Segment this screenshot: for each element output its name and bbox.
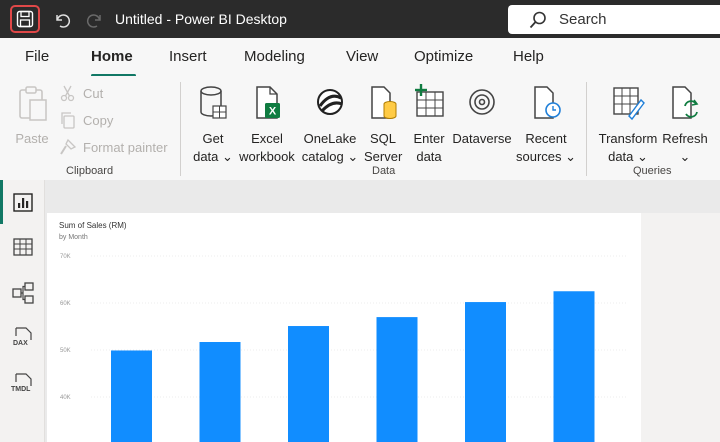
excel-label-2: workbook: [239, 149, 295, 164]
search-label: Search: [559, 11, 607, 28]
undo-button[interactable]: [51, 9, 73, 31]
tab-insert[interactable]: Insert: [169, 48, 207, 65]
report-view-icon[interactable]: [11, 190, 35, 214]
bar[interactable]: [199, 342, 241, 442]
excel-label-1: Excel: [251, 131, 283, 146]
bar[interactable]: [111, 350, 152, 442]
data-group-label: Data: [372, 165, 396, 177]
right-pane: [641, 213, 720, 442]
sql-server-icon: [371, 86, 397, 119]
onelake-icon: [317, 89, 343, 115]
table-view-icon[interactable]: [11, 235, 35, 259]
paste-icon: [19, 86, 47, 121]
get-data-label-2: data ⌄: [193, 149, 233, 164]
enter-data-label-2: data: [416, 149, 442, 164]
redo-button[interactable]: [84, 9, 106, 31]
tab-file[interactable]: File: [25, 48, 49, 65]
copy-label: Copy: [83, 113, 114, 128]
ribbon-separator: [586, 82, 587, 176]
refresh-label-2: ⌄: [679, 149, 691, 164]
recent-label-2: sources ⌄: [515, 149, 577, 164]
chart-plot: 70K 60K 50K 40K: [60, 254, 627, 442]
window-title: Untitled - Power BI Desktop: [115, 11, 287, 27]
transform-data-icon: [613, 87, 645, 121]
y-tick-label: 60K: [60, 301, 71, 307]
format-painter-icon: [60, 138, 77, 155]
sql-label-2: Server: [364, 149, 403, 164]
paste-label: Paste: [15, 131, 49, 146]
y-tick-label: 40K: [60, 395, 71, 401]
enter-data-icon: [415, 84, 444, 117]
save-icon: [16, 10, 34, 28]
format-painter-label: Format painter: [83, 140, 168, 155]
dataverse-button[interactable]: Dataverse: [451, 84, 513, 168]
ribbon-separator: [180, 82, 181, 176]
ribbon: Paste Cut Copy Format painter Clipboard: [0, 76, 720, 180]
cut-icon: [60, 85, 75, 102]
excel-icon: X: [256, 86, 280, 119]
onelake-catalog-button[interactable]: OneLake catalog ⌄: [301, 84, 359, 168]
tab-home[interactable]: Home: [91, 48, 133, 65]
get-data-label-1: Get: [202, 131, 224, 146]
refresh-label-1: Refresh: [662, 131, 708, 146]
get-data-button[interactable]: Get data ⌄: [192, 84, 234, 168]
menu-bar: File Home Insert Modeling View Optimize …: [0, 38, 720, 76]
copy-icon: [61, 112, 75, 129]
dataverse-label: Dataverse: [452, 131, 512, 146]
sql-server-button[interactable]: SQL Server: [364, 84, 402, 168]
recent-sources-button[interactable]: Recent sources ⌄: [515, 84, 577, 168]
tab-view[interactable]: View: [346, 48, 378, 65]
save-button[interactable]: [10, 5, 40, 33]
dax-query-icon[interactable]: DAX: [11, 326, 35, 350]
redo-icon: [86, 14, 101, 28]
transform-label-2: data ⌄: [608, 149, 648, 164]
view-rail: [0, 180, 45, 442]
queries-group-label: Queries: [633, 165, 672, 177]
dax-label: DAX: [13, 340, 28, 347]
enter-data-label-1: Enter: [413, 131, 445, 146]
tmdl-view-icon[interactable]: TMDL: [11, 372, 35, 396]
search-box[interactable]: Search: [508, 5, 720, 34]
tab-modeling[interactable]: Modeling: [244, 48, 305, 65]
search-icon: [529, 11, 546, 29]
active-view-indicator: [0, 180, 3, 224]
bar[interactable]: [288, 326, 329, 442]
tmdl-label: TMDL: [11, 386, 31, 393]
model-view-icon[interactable]: [11, 281, 35, 305]
recent-sources-icon: [534, 86, 561, 119]
svg-text:X: X: [269, 106, 277, 118]
y-tick-label: 70K: [60, 254, 71, 260]
sql-label-1: SQL: [369, 131, 396, 146]
bar[interactable]: [465, 302, 506, 442]
onelake-label-2: catalog ⌄: [301, 149, 359, 164]
transform-label-1: Transform: [598, 131, 658, 146]
paste-button[interactable]: Paste: [12, 84, 52, 148]
refresh-button[interactable]: Refresh ⌄: [660, 84, 710, 168]
transform-data-button[interactable]: Transform data ⌄: [597, 84, 659, 168]
database-icon: [200, 86, 227, 119]
tab-help[interactable]: Help: [513, 48, 544, 65]
refresh-icon: [672, 86, 699, 119]
recent-label-1: Recent: [525, 131, 567, 146]
bar[interactable]: [376, 317, 418, 442]
enter-data-button[interactable]: Enter data: [409, 84, 449, 168]
excel-workbook-button[interactable]: X Excel workbook: [236, 84, 298, 168]
title-bar: Untitled - Power BI Desktop Search: [0, 0, 720, 38]
dataverse-icon: [469, 89, 495, 115]
tab-optimize[interactable]: Optimize: [414, 48, 473, 65]
clipboard-group-label: Clipboard: [66, 165, 114, 177]
y-tick-label: 50K: [60, 348, 71, 354]
bar[interactable]: [553, 291, 595, 442]
onelake-label-1: OneLake: [303, 131, 357, 146]
cut-label: Cut: [83, 86, 104, 101]
undo-icon: [56, 14, 71, 28]
